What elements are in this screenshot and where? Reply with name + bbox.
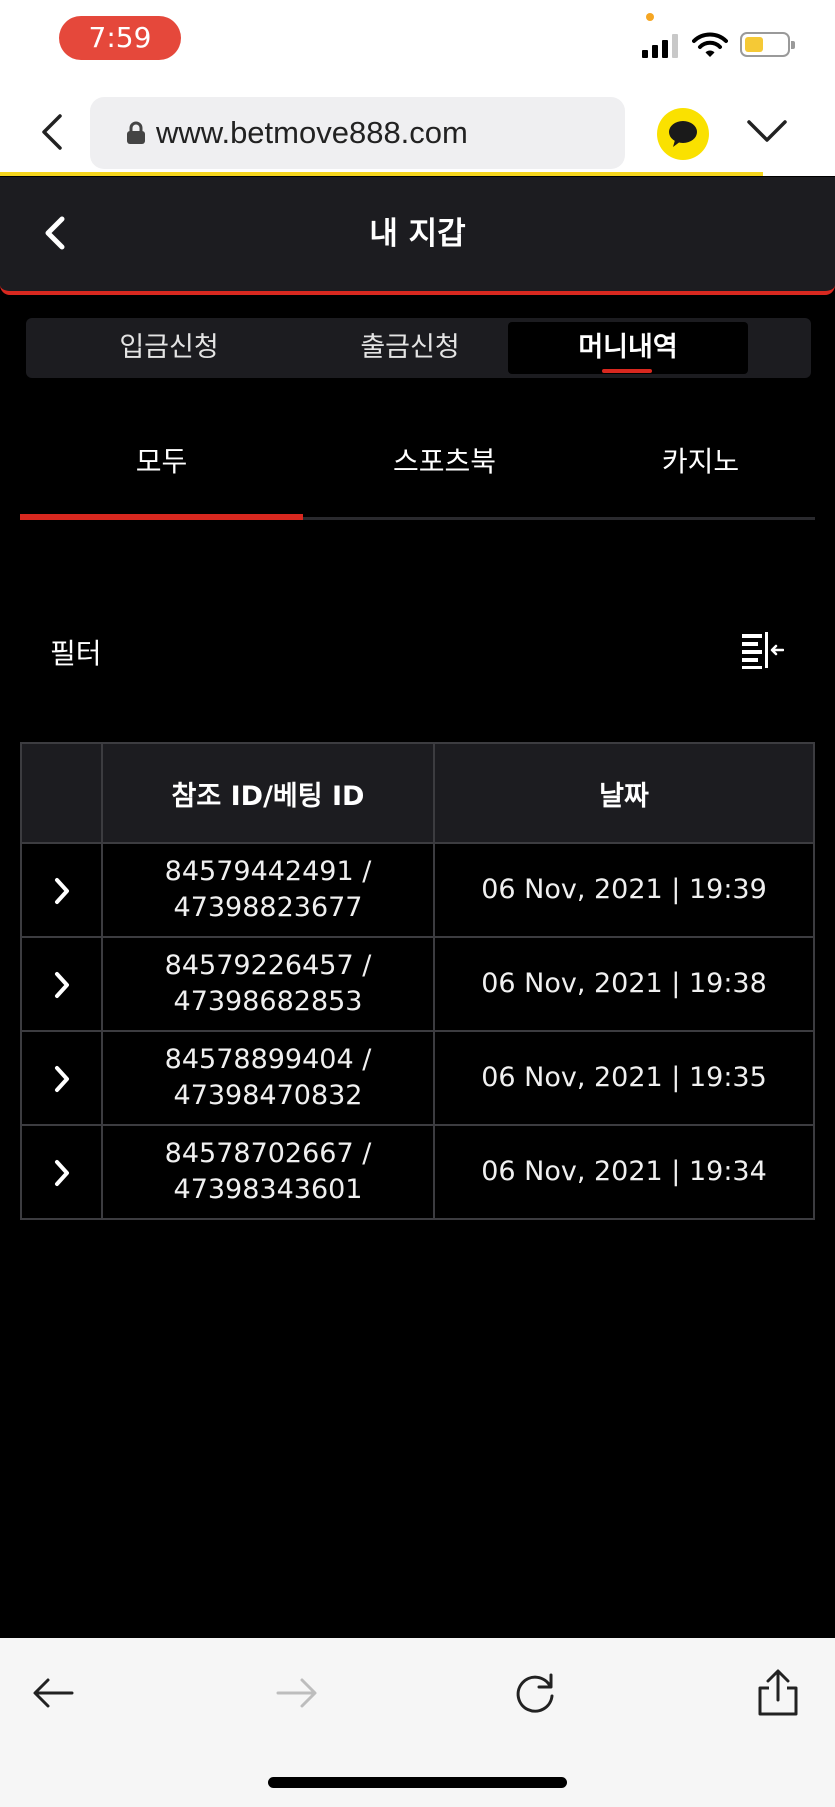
page-title: 내 지갑 [369, 216, 466, 252]
category-active-indicator [20, 514, 303, 520]
wallet-tabs: 입금신청 출금신청 머니내역 [26, 318, 811, 378]
reload-icon[interactable] [510, 1668, 560, 1718]
date-cell: 06 Nov, 2021 | 19:38 [433, 936, 815, 1032]
status-time: 7:59 [59, 16, 181, 60]
tab-withdraw[interactable]: 출금신청 [290, 322, 530, 374]
expand-cell[interactable] [20, 1124, 103, 1220]
ref-bet-id-cell: 84578899404 / 47398470832 [101, 1030, 435, 1126]
active-tab-underline [602, 369, 652, 373]
forward-arrow-icon[interactable] [272, 1668, 322, 1718]
url-text: www.betmove888.com [156, 115, 468, 150]
expand-cell[interactable] [20, 936, 103, 1032]
cellular-signal-icon [642, 34, 680, 58]
status-bar: 7:59 [0, 0, 835, 88]
expand-cell[interactable] [20, 1030, 103, 1126]
bet-id: 47398682853 [173, 986, 363, 1017]
header-date: 날짜 [433, 742, 815, 844]
date-cell: 06 Nov, 2021 | 19:35 [433, 1030, 815, 1126]
chevron-right-icon[interactable] [52, 970, 72, 1000]
header-ref-bet-id: 참조 ID/베팅 ID [101, 742, 435, 844]
category-tab-casino[interactable]: 카지노 [586, 442, 815, 482]
ref-bet-id-cell: 84578702667 / 47398343601 [101, 1124, 435, 1220]
table-row[interactable]: 84578702667 / 47398343601 06 Nov, 2021 |… [20, 1124, 815, 1220]
back-icon[interactable] [34, 110, 70, 154]
ref-id: 84578899404 / [164, 1044, 372, 1075]
date-cell: 06 Nov, 2021 | 19:39 [433, 842, 815, 938]
kakaotalk-button[interactable] [657, 108, 709, 160]
wallet-header: 내 지갑 [0, 177, 835, 295]
browser-address-bar: www.betmove888.com [0, 88, 835, 176]
category-tab-sportsbook[interactable]: 스포츠북 [303, 442, 586, 482]
page-load-progress [0, 172, 763, 176]
tab-deposit[interactable]: 입금신청 [49, 322, 289, 374]
date-cell: 06 Nov, 2021 | 19:34 [433, 1124, 815, 1220]
bet-id: 47398470832 [173, 1080, 363, 1111]
url-field[interactable]: www.betmove888.com [90, 97, 625, 169]
share-icon[interactable] [753, 1668, 803, 1718]
ref-id: 84579442491 / [164, 856, 372, 887]
table-row[interactable]: 84578899404 / 47398470832 06 Nov, 2021 |… [20, 1030, 815, 1126]
ref-bet-id-cell: 84579442491 / 47398823677 [101, 842, 435, 938]
lock-icon [127, 121, 145, 144]
privacy-indicator-dot [646, 13, 654, 21]
expand-cell[interactable] [20, 842, 103, 938]
chevron-right-icon[interactable] [52, 1158, 72, 1188]
category-tabs: 모두 스포츠북 카지노 [20, 420, 815, 520]
chevron-down-icon[interactable] [746, 118, 788, 144]
home-indicator [268, 1777, 567, 1788]
tab-money-history-label: 머니내역 [578, 332, 678, 363]
chevron-right-icon[interactable] [52, 876, 72, 906]
bet-id: 47398343601 [173, 1174, 363, 1205]
ref-id: 84578702667 / [164, 1138, 372, 1169]
ref-bet-id-cell: 84579226457 / 47398682853 [101, 936, 435, 1032]
tab-money-history[interactable]: 머니내역 [508, 322, 748, 374]
back-arrow-icon[interactable] [28, 1668, 78, 1718]
table-row[interactable]: 84579442491 / 47398823677 06 Nov, 2021 |… [20, 842, 815, 938]
table-header-row: 참조 ID/베팅 ID 날짜 [20, 742, 815, 844]
category-tab-all[interactable]: 모두 [20, 442, 303, 482]
wifi-icon [692, 32, 728, 57]
battery-icon [740, 32, 795, 57]
ref-id: 84579226457 / [164, 950, 372, 981]
bet-id: 47398823677 [173, 892, 363, 923]
kakaotalk-icon [669, 121, 697, 147]
battery-level [745, 37, 763, 52]
filter-label[interactable]: 필터 [50, 632, 102, 672]
table-row[interactable]: 84579226457 / 47398682853 06 Nov, 2021 |… [20, 936, 815, 1032]
filter-collapse-icon[interactable] [740, 630, 784, 670]
chevron-right-icon[interactable] [52, 1064, 72, 1094]
money-history-table: 참조 ID/베팅 ID 날짜 84579442491 / 47398823677… [20, 742, 815, 1220]
header-expand [20, 742, 103, 844]
